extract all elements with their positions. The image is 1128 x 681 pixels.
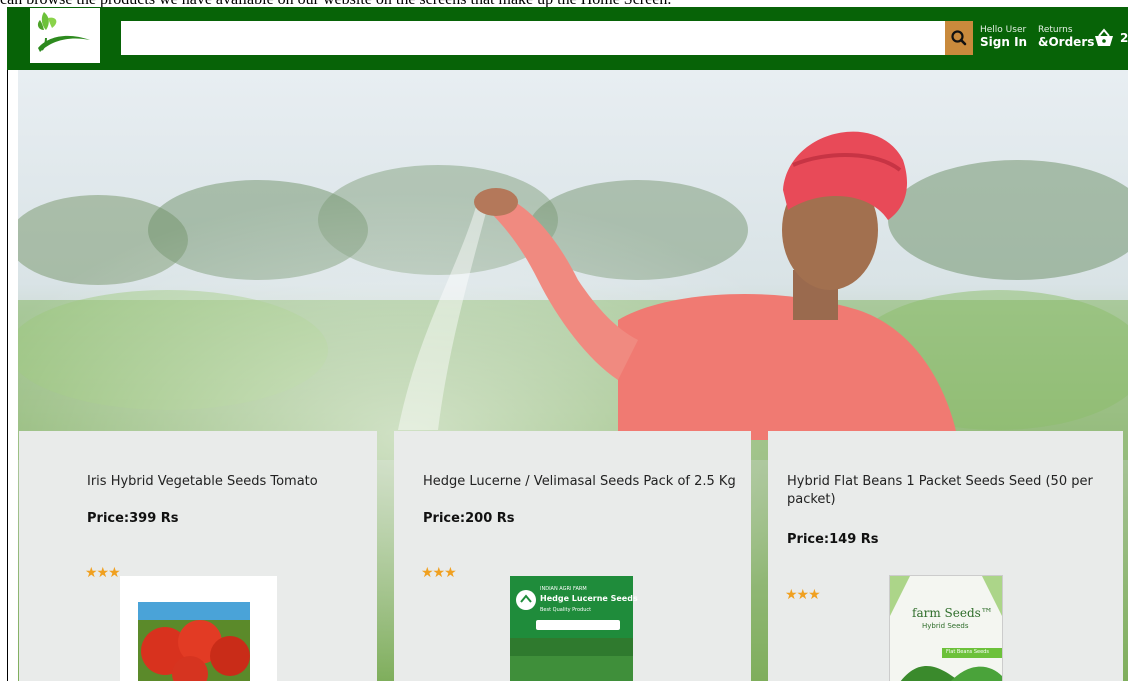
pack-sublabel: Best Quality Product xyxy=(540,607,592,613)
product-title[interactable]: Hedge Lucerne / Velimasal Seeds Pack of … xyxy=(423,473,743,491)
product-card[interactable]: Iris Hybrid Vegetable Seeds Tomato Price… xyxy=(19,431,377,681)
app-window: Hello User Sign In Returns &Orders 2 Iri… xyxy=(7,7,1128,681)
rating-stars: ★★★ xyxy=(85,565,121,581)
pack-brand: INDIAN AGRI FARM xyxy=(540,586,587,592)
product-image[interactable]: farm Seeds™ Hybrid Seeds Flat Beans Seed… xyxy=(889,575,1003,681)
account-menu[interactable]: Hello User Sign In xyxy=(980,25,1027,49)
tomato-seed-pack-image xyxy=(138,602,250,681)
product-price: Price:399 Rs xyxy=(87,511,179,526)
rating-stars: ★★★ xyxy=(785,587,821,603)
pack-label: Hedge Lucerne Seeds xyxy=(540,594,638,603)
product-title[interactable]: Hybrid Flat Beans 1 Packet Seeds Seed (5… xyxy=(787,473,1107,509)
product-card[interactable]: Hybrid Flat Beans 1 Packet Seeds Seed (5… xyxy=(768,431,1123,681)
basket-icon xyxy=(1095,28,1113,46)
orders-menu[interactable]: Returns &Orders xyxy=(1038,25,1094,49)
product-image[interactable]: INDIAN AGRI FARM Hedge Lucerne Seeds Bes… xyxy=(510,576,638,681)
product-card[interactable]: Hedge Lucerne / Velimasal Seeds Pack of … xyxy=(394,431,751,681)
product-price: Price:200 Rs xyxy=(423,511,515,526)
frame-border xyxy=(7,70,8,681)
pack-label: farm Seeds™ xyxy=(912,606,993,620)
cart-button[interactable] xyxy=(1093,27,1115,49)
returns-label: Returns xyxy=(1038,25,1073,35)
search-button[interactable] xyxy=(945,21,973,55)
account-greeting: Hello User xyxy=(980,25,1027,35)
rating-stars: ★★★ xyxy=(421,565,457,581)
pack-tag: Flat Beans Seeds xyxy=(946,649,989,655)
leaf-logo-icon xyxy=(37,12,90,52)
orders-link[interactable]: &Orders xyxy=(1038,35,1094,49)
cart-count: 2 xyxy=(1120,31,1128,45)
top-navbar: Hello User Sign In Returns &Orders 2 xyxy=(7,7,1128,70)
pack-sublabel: Hybrid Seeds xyxy=(922,622,969,630)
search-icon xyxy=(951,30,967,46)
product-image[interactable] xyxy=(120,576,277,681)
product-price: Price:149 Rs xyxy=(787,532,879,547)
search-input[interactable] xyxy=(121,21,945,55)
sign-in-link[interactable]: Sign In xyxy=(980,35,1027,49)
product-title[interactable]: Iris Hybrid Vegetable Seeds Tomato xyxy=(87,473,347,491)
site-logo[interactable] xyxy=(30,8,100,63)
